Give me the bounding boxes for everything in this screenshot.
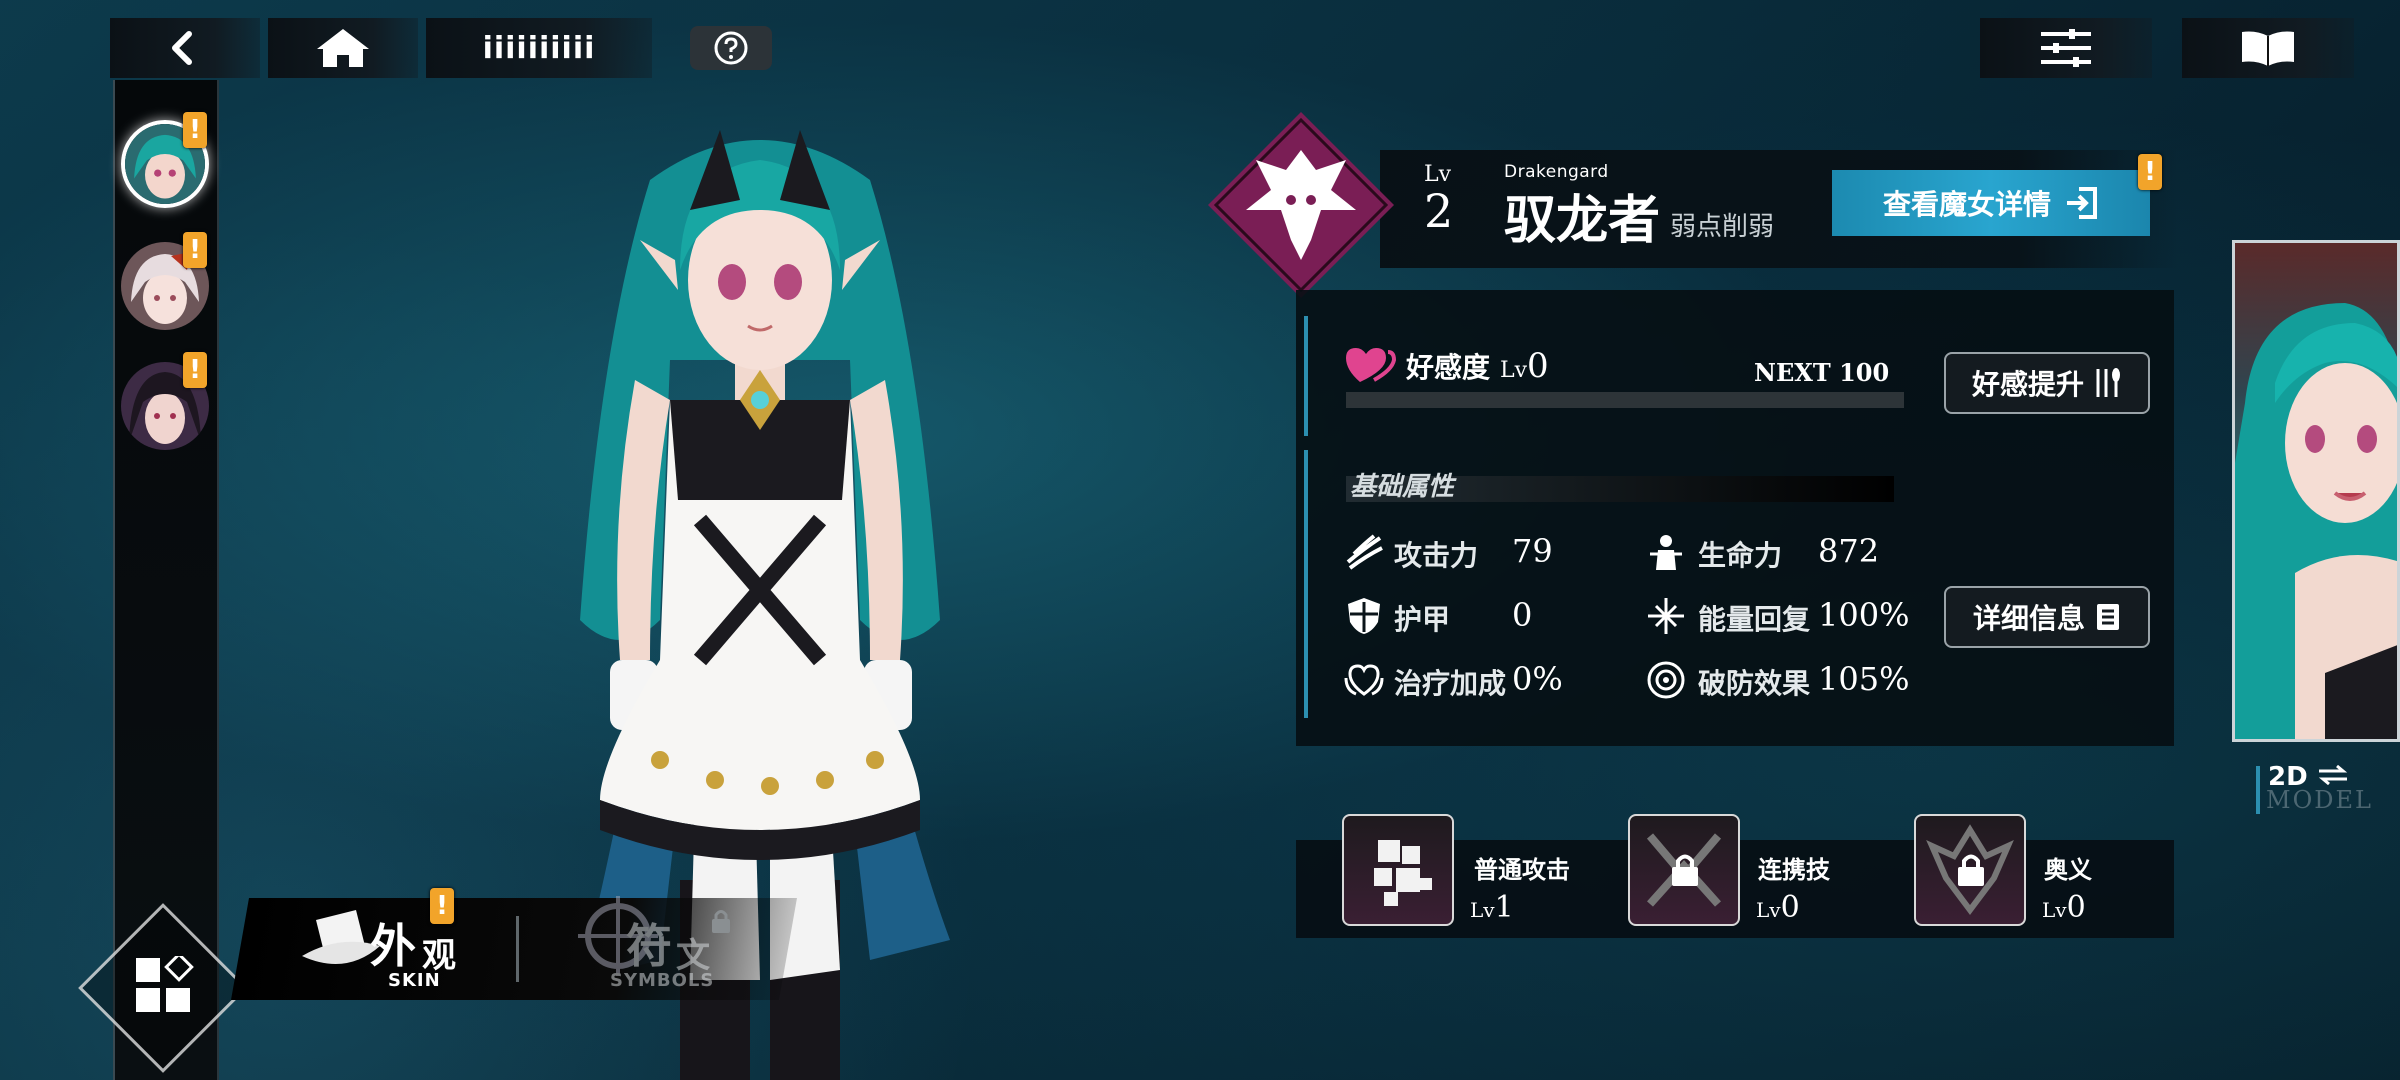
tab-skin-sub: SKIN (388, 970, 441, 991)
lock-icon (1958, 854, 1984, 886)
stat-heal-label: 治疗加成 (1394, 667, 1507, 700)
life-figure-icon (1650, 535, 1682, 570)
lock-icon (712, 910, 730, 933)
stat-attack-value: 79 (1512, 532, 1553, 570)
skill-level-value: 0 (2066, 890, 2086, 925)
skill-basic-attack-level: Lv1 (1470, 890, 1514, 925)
affection-progress-bar (1346, 392, 1904, 408)
tab-symbols-label-a: 符 (626, 919, 672, 973)
skill-ultimate-level: Lv0 (2042, 890, 2086, 925)
tab-divider (516, 916, 519, 982)
document-icon (2097, 604, 2119, 630)
skill-level-value: 1 (1494, 890, 1514, 925)
skill-combo-level: Lv0 (1756, 890, 1800, 925)
base-stats-title: 基础属性 (1350, 472, 1455, 502)
energy-cross-icon (1648, 598, 1684, 634)
claw-icon (1346, 534, 1383, 570)
back-button[interactable] (110, 18, 260, 78)
shield-icon (1348, 598, 1380, 634)
details-alert: ! (2138, 154, 2162, 190)
class-tag: 弱点削弱 (1670, 212, 1775, 242)
stat-energy-value: 100% (1818, 596, 1910, 634)
detailed-info-button[interactable]: 详细信息 (1944, 586, 2150, 648)
stat-armor-label: 护甲 (1394, 603, 1451, 636)
page-title: iiiiiiiiii (426, 18, 652, 78)
home-icon (317, 29, 369, 67)
heal-heart-icon (1344, 664, 1384, 696)
increase-affection-label: 好感提升 (1971, 368, 2084, 401)
stat-attack-label: 攻击力 (1394, 539, 1479, 572)
heart-icon (1346, 348, 1396, 382)
skill-level-value: 0 (1780, 890, 1800, 925)
affection-level: Lv0 (1500, 346, 1549, 386)
affection-lv-prefix: Lv (1500, 358, 1528, 383)
roster-alert-2: ! (183, 232, 207, 268)
codex-button[interactable] (2182, 18, 2354, 78)
skill-lv-prefix: Lv (1756, 898, 1781, 922)
affection-next: NEXT 100 (1754, 358, 1890, 387)
skill-basic-attack-name: 普通攻击 (1474, 856, 1570, 884)
view-witch-details-label: 查看魔女详情 (1882, 188, 2051, 221)
stat-energy-label: 能量回复 (1698, 603, 1811, 636)
roster-alert-3: ! (183, 352, 207, 388)
skill-lv-prefix: Lv (2042, 898, 2067, 922)
affection-level-value: 0 (1527, 346, 1549, 386)
stat-armor-value: 0 (1512, 596, 1533, 634)
skill-ultimate-name: 奥义 (2044, 856, 2092, 884)
stat-break-label: 破防效果 (1698, 667, 1811, 700)
character-portrait-card[interactable] (2232, 240, 2400, 742)
back-arrow-icon (172, 31, 192, 65)
portrait-image (2235, 303, 2397, 739)
skill-lv-prefix: Lv (1470, 898, 1495, 922)
sliders-icon (2041, 29, 2091, 67)
tab-skin-label-a: 外 (370, 919, 416, 973)
detailed-info-label: 详细信息 (1972, 602, 2085, 635)
target-icon (1647, 661, 1685, 699)
grid-icon (136, 956, 194, 1012)
skill-combo-name: 连携技 (1758, 856, 1830, 884)
class-name: 驭龙者 (1504, 191, 1661, 251)
tab-skin-alert: ! (430, 888, 454, 924)
book-icon (2242, 31, 2294, 66)
model-toggle-sub: MODEL (2266, 786, 2373, 814)
help-button[interactable] (690, 26, 772, 70)
lock-icon (1672, 854, 1698, 886)
stat-hp-label: 生命力 (1698, 539, 1783, 572)
model-toggle-bar (2256, 766, 2260, 814)
increase-affection-button[interactable]: 好感提升 (1944, 352, 2150, 414)
stat-break-value: 105% (1818, 660, 1910, 698)
skill-basic-attack-icon[interactable] (1342, 814, 1454, 926)
class-emblem-icon (1208, 112, 1394, 298)
stat-hp-value: 872 (1818, 532, 1880, 570)
level-value: 2 (1424, 184, 1454, 238)
tab-symbols-sub: SYMBOLS (610, 970, 715, 991)
tab-skin[interactable]: 外 观 SKIN ! (288, 880, 478, 996)
enter-icon (2067, 187, 2097, 219)
roster-alert-1: ! (183, 112, 207, 148)
home-button[interactable] (268, 18, 418, 78)
stat-heal-value: 0% (1512, 660, 1563, 698)
settings-button[interactable] (1980, 18, 2152, 78)
affection-label: 好感度 (1406, 351, 1491, 384)
cutlery-icon (2096, 368, 2120, 397)
view-witch-details-button[interactable]: 查看魔女详情 (1832, 170, 2150, 236)
question-circle-icon (714, 31, 748, 65)
tab-symbols[interactable]: 符 文 SYMBOLS (560, 880, 760, 996)
swap-arrows-icon (2318, 764, 2347, 786)
